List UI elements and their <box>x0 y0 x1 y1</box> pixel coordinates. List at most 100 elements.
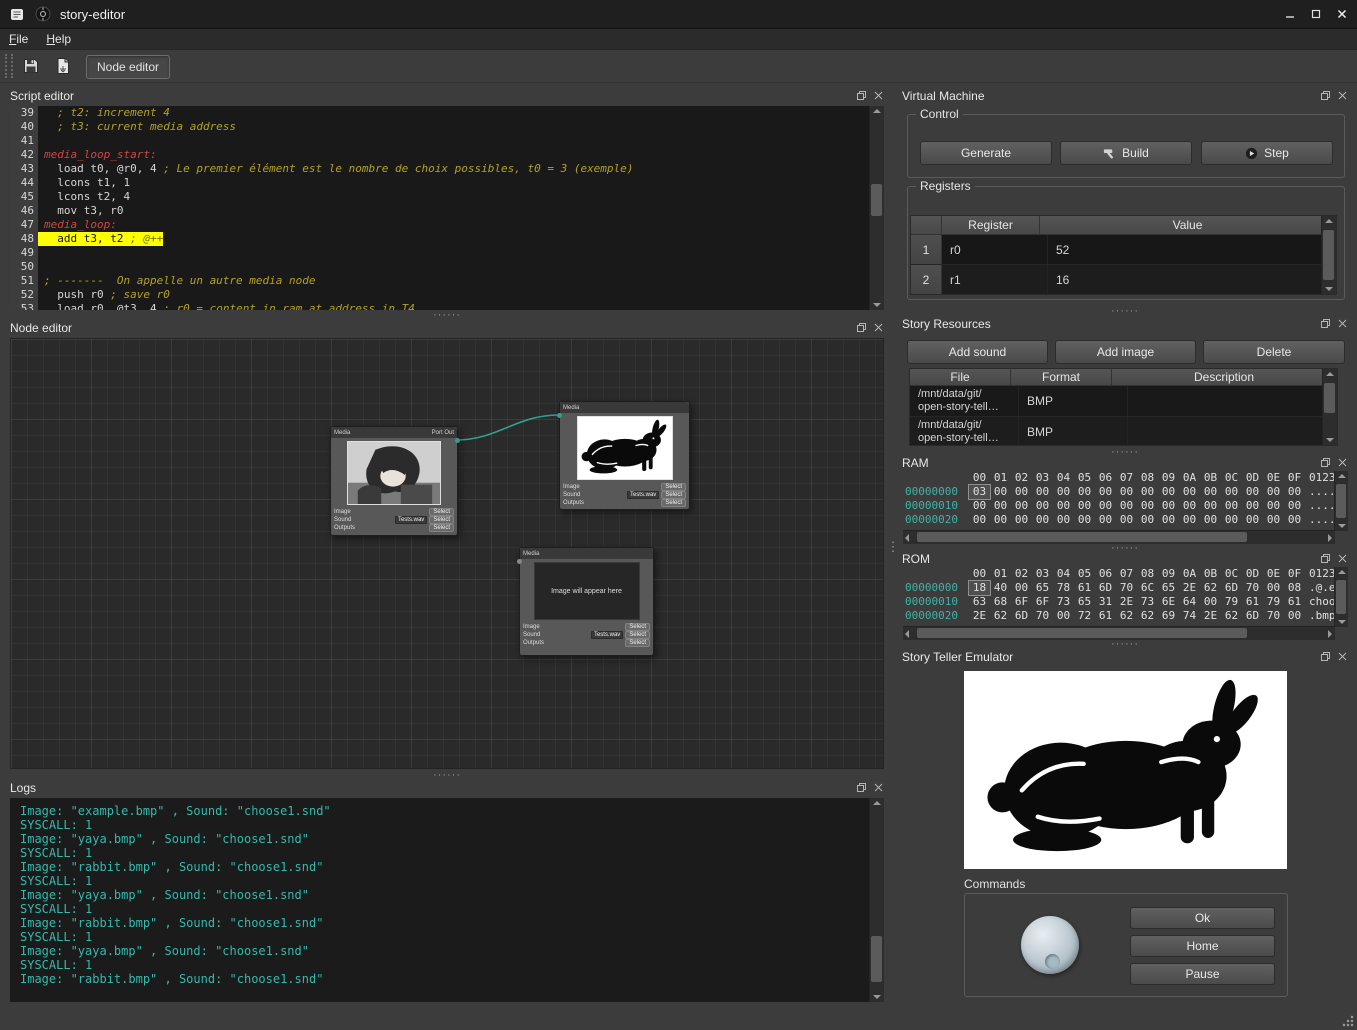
hex-byte[interactable]: 00 <box>1011 485 1032 499</box>
hex-byte[interactable]: 00 <box>1179 485 1200 499</box>
float-panel-button[interactable] <box>855 321 868 334</box>
story-resources-panel-header[interactable]: Story Resources <box>897 314 1353 334</box>
scroll-thumb[interactable] <box>1336 484 1346 518</box>
close-panel-button[interactable] <box>872 321 885 334</box>
registers-scrollbar[interactable] <box>1321 216 1336 294</box>
hex-byte[interactable]: 00 <box>1158 513 1179 527</box>
hex-byte[interactable]: 00 <box>1074 499 1095 513</box>
ram-vscrollbar[interactable] <box>1334 471 1348 531</box>
file-cell[interactable]: /mnt/data/git/ open-story-tell… <box>910 417 1019 446</box>
hex-byte[interactable]: 31 <box>1095 595 1116 609</box>
register-name-cell[interactable]: r0 <box>942 235 1048 264</box>
hex-byte[interactable]: 00 <box>1263 581 1284 595</box>
hex-byte[interactable]: 73 <box>1137 595 1158 609</box>
node-canvas[interactable]: Media Port Out ImageSelectSoundTests.wav… <box>10 338 884 769</box>
hex-byte[interactable]: 00 <box>1116 513 1137 527</box>
hex-byte[interactable]: 00 <box>1095 499 1116 513</box>
hex-byte[interactable]: 00 <box>1221 513 1242 527</box>
hex-byte[interactable]: 68 <box>990 595 1011 609</box>
hex-byte[interactable]: 6F <box>1032 595 1053 609</box>
hex-byte[interactable]: 6D <box>1242 609 1263 623</box>
node-row-select-button[interactable]: Select <box>625 631 650 639</box>
description-column-header[interactable]: Description <box>1112 369 1337 386</box>
scroll-up-arrow[interactable] <box>1323 369 1336 382</box>
node-titlebar[interactable]: Media <box>560 402 689 413</box>
hex-byte[interactable]: 00 <box>1116 485 1137 499</box>
hex-byte[interactable]: 00 <box>1158 499 1179 513</box>
float-panel-button[interactable] <box>1319 317 1332 330</box>
hex-byte[interactable]: 61 <box>1095 609 1116 623</box>
scroll-left-arrow[interactable] <box>903 531 916 544</box>
hex-byte[interactable]: 62 <box>1221 609 1242 623</box>
scroll-down-arrow[interactable] <box>1322 281 1335 294</box>
emulator-panel-header[interactable]: Story Teller Emulator <box>897 647 1353 667</box>
float-panel-button[interactable] <box>1319 89 1332 102</box>
media-node-2[interactable]: Media Ima <box>559 401 690 510</box>
format-cell[interactable]: BMP <box>1019 386 1128 416</box>
register-column-header[interactable]: Register <box>942 216 1040 235</box>
hex-byte[interactable]: 73 <box>1053 595 1074 609</box>
hex-byte[interactable]: 65 <box>1158 581 1179 595</box>
description-cell[interactable] <box>1128 417 1337 446</box>
media-node-3[interactable]: Media Image will appear here ImageSelect… <box>519 547 654 656</box>
close-panel-button[interactable] <box>1336 456 1349 469</box>
hex-byte[interactable]: 00 <box>1242 513 1263 527</box>
hex-byte[interactable]: 65 <box>1074 595 1095 609</box>
resources-scrollbar[interactable] <box>1322 369 1337 445</box>
script-editor-panel-header[interactable]: Script editor <box>5 86 889 106</box>
input-port[interactable] <box>557 413 562 418</box>
scroll-up-arrow[interactable] <box>1335 567 1348 580</box>
close-panel-button[interactable] <box>1336 650 1349 663</box>
register-name-cell[interactable]: r1 <box>942 265 1048 294</box>
node-row-select-button[interactable]: Select <box>661 483 686 491</box>
hex-byte[interactable]: 6D <box>1095 581 1116 595</box>
log-output[interactable]: Image: "example.bmp" , Sound: "choose1.s… <box>10 798 884 1002</box>
scroll-thumb[interactable] <box>1323 230 1334 280</box>
hex-byte[interactable]: 18 <box>969 581 990 595</box>
scroll-right-arrow[interactable] <box>1322 627 1335 640</box>
hex-byte[interactable]: 6F <box>1011 595 1032 609</box>
scroll-thumb[interactable] <box>917 628 1247 638</box>
hex-byte[interactable]: 00 <box>1284 513 1305 527</box>
register-value-cell[interactable]: 52 <box>1048 235 1336 264</box>
menu-file[interactable]: File <box>0 30 37 48</box>
hex-byte[interactable]: 00 <box>1053 499 1074 513</box>
hex-byte[interactable]: 00 <box>990 485 1011 499</box>
rom-vscrollbar[interactable] <box>1334 567 1348 627</box>
hex-byte[interactable]: 70 <box>1242 581 1263 595</box>
float-panel-button[interactable] <box>1319 650 1332 663</box>
hex-byte[interactable]: 00 <box>1242 499 1263 513</box>
scroll-down-arrow[interactable] <box>1323 432 1336 445</box>
close-panel-button[interactable] <box>1336 317 1349 330</box>
close-panel-button[interactable] <box>872 89 885 102</box>
save-button[interactable] <box>18 53 44 79</box>
scroll-up-arrow[interactable] <box>870 106 883 119</box>
value-column-header[interactable]: Value <box>1040 216 1336 235</box>
home-button[interactable]: Home <box>1130 935 1275 957</box>
close-panel-button[interactable] <box>1336 552 1349 565</box>
hex-byte[interactable]: 6D <box>1011 609 1032 623</box>
hex-byte[interactable]: 62 <box>1200 581 1221 595</box>
hex-byte[interactable]: 00 <box>1179 499 1200 513</box>
logs-panel-header[interactable]: Logs <box>5 778 889 798</box>
hex-byte[interactable]: 00 <box>1095 485 1116 499</box>
hex-byte[interactable]: 00 <box>1032 513 1053 527</box>
hex-byte[interactable]: 00 <box>1284 499 1305 513</box>
node-row-select-button[interactable]: Select <box>661 499 686 507</box>
format-column-header[interactable]: Format <box>1011 369 1112 386</box>
hex-byte[interactable]: 2E <box>969 609 990 623</box>
hex-byte[interactable]: 00 <box>1116 499 1137 513</box>
add-image-button[interactable]: Add image <box>1055 340 1196 364</box>
hex-byte[interactable]: 08 <box>1284 581 1305 595</box>
hex-byte[interactable]: 00 <box>1137 499 1158 513</box>
scroll-down-arrow[interactable] <box>1335 614 1348 627</box>
hex-byte[interactable]: 00 <box>1200 513 1221 527</box>
hex-byte[interactable]: 65 <box>1032 581 1053 595</box>
scroll-thumb[interactable] <box>1336 580 1346 614</box>
hex-byte[interactable]: 00 <box>1284 485 1305 499</box>
scroll-thumb[interactable] <box>871 936 882 982</box>
input-port[interactable] <box>517 559 522 564</box>
format-cell[interactable]: BMP <box>1019 417 1128 446</box>
scroll-left-arrow[interactable] <box>903 627 916 640</box>
hex-byte[interactable]: 00 <box>1032 499 1053 513</box>
